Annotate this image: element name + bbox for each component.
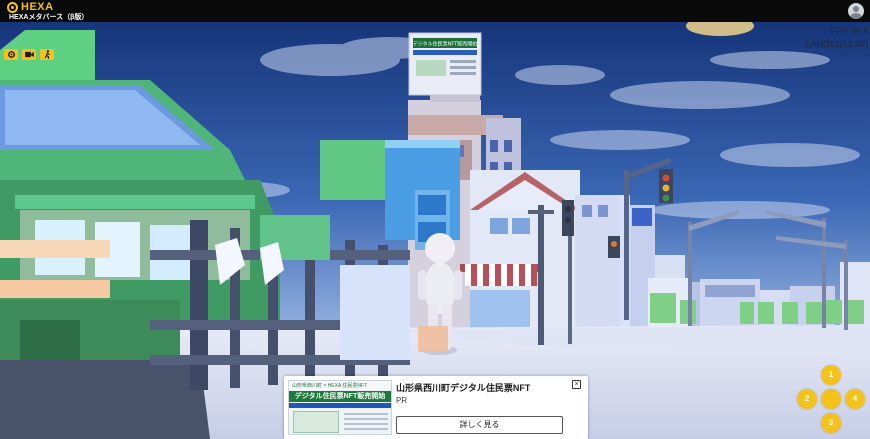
ad-thumb-header: 山形県西川町 × HEXA 住民票NFT xyxy=(289,381,391,390)
video-camera-icon xyxy=(24,51,34,58)
top-bar: HEXA HEXAメタバース（β版） xyxy=(0,0,870,22)
ad-pr-tag: PR xyxy=(396,396,408,405)
fps-value: 36.9 xyxy=(850,26,868,36)
pr-ad-card[interactable]: 山形県西川町 × HEXA 住民票NFT デジタル住民票NFT販売開始 山形県西… xyxy=(284,376,588,439)
walk-mode-icon xyxy=(44,50,50,59)
fps-readout: FPS:36.9 xyxy=(830,26,868,36)
fps-label: FPS: xyxy=(830,26,851,36)
camera-button[interactable] xyxy=(22,49,36,60)
app-subtitle: HEXAメタバース（β版） xyxy=(9,14,89,21)
ad-thumbnail[interactable]: 山形県西川町 × HEXA 住民票NFT デジタル住民票NFT販売開始 xyxy=(288,380,392,435)
billboard-title: デジタル住民票NFT販売開始 xyxy=(413,41,477,48)
ad-title: 山形県西川町デジタル住民票NFT xyxy=(396,383,531,393)
land-label: LAND#1 xyxy=(805,39,840,49)
ad-thumb-text-lines xyxy=(344,413,388,415)
ad-thumb-title: デジタル住民票NFT販売開始 xyxy=(289,391,391,402)
settings-button[interactable] xyxy=(4,49,18,60)
learn-more-button[interactable]: 詳しく見る xyxy=(396,416,563,434)
dpad-left-button[interactable]: 2 xyxy=(797,389,817,409)
dpad-down-button[interactable]: 3 xyxy=(821,413,841,433)
land-readout: LAND#1(51,49) xyxy=(805,39,868,49)
walk-mode-button[interactable] xyxy=(40,49,54,60)
ad-thumb-card-image xyxy=(293,411,339,433)
dpad-up-button[interactable]: 1 xyxy=(821,365,841,385)
dpad-right-button[interactable]: 4 xyxy=(845,389,865,409)
ad-thumb-band xyxy=(289,403,391,408)
land-coords: (51,49) xyxy=(839,39,868,49)
close-x-icon[interactable]: × xyxy=(572,380,581,389)
settings-gear-icon xyxy=(7,51,15,58)
user-avatar-icon[interactable] xyxy=(848,3,864,19)
dpad-center-button[interactable] xyxy=(821,389,841,409)
